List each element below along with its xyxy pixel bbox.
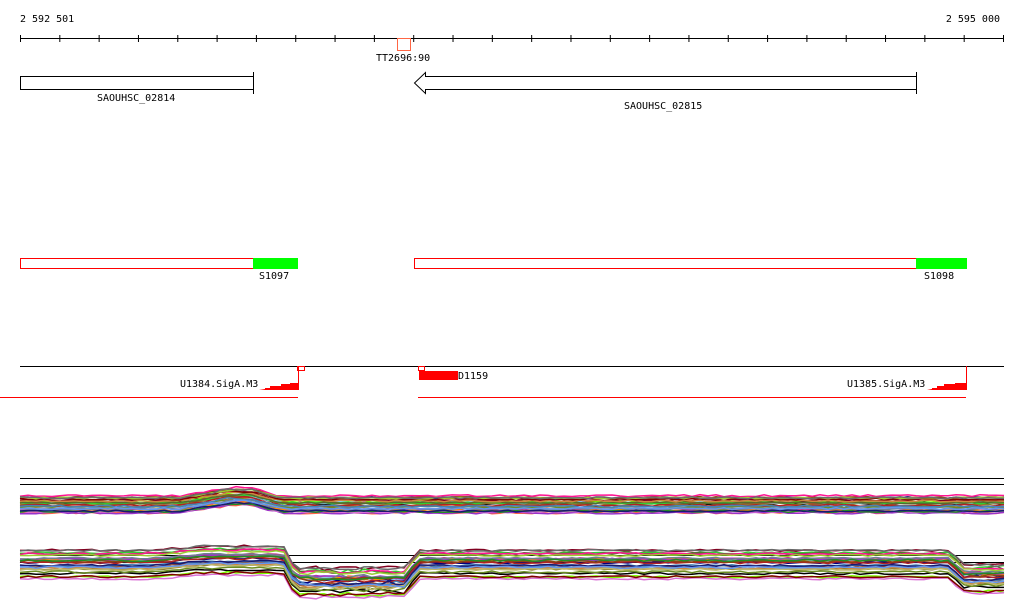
promoter-d1159[interactable]: D1159 <box>418 366 489 383</box>
expression-line <box>19 570 1004 597</box>
segment-s1097[interactable]: S1097 <box>20 258 299 282</box>
promoter-label: U1384.SigA.M3 <box>180 379 258 390</box>
terminator-label: TT2696:90 <box>376 53 430 64</box>
gene-label: SAOUHSC_02814 <box>97 93 175 104</box>
segment-s1098[interactable]: S1098 <box>414 258 968 282</box>
segment-label: S1097 <box>259 271 289 282</box>
promoter-u1384[interactable]: U1384.SigA.M3 <box>180 366 305 390</box>
segment-label: S1098 <box>924 271 954 282</box>
gene-label: SAOUHSC_02815 <box>624 101 702 112</box>
terminator-marker[interactable] <box>397 38 411 51</box>
genome-browser-canvas[interactable]: 2 592 501 2 595 000 TT2696:90 SAOUHSC_02… <box>0 0 1024 611</box>
promoter-label: U1385.SigA.M3 <box>847 379 925 390</box>
gene-sao-02815[interactable]: SAOUHSC_02815 <box>413 71 917 112</box>
ruler-end-label: 2 595 000 <box>946 14 1000 25</box>
promoter-label: D1159 <box>458 371 488 382</box>
coordinate-ruler: 2 592 501 2 595 000 <box>20 14 1004 42</box>
ruler-start-label: 2 592 501 <box>20 14 74 25</box>
promoter-score-ramp <box>259 383 298 390</box>
segment-highlight <box>916 258 967 269</box>
promoter-u1385[interactable]: U1385.SigA.M3 <box>847 366 967 390</box>
segment-highlight <box>253 258 298 269</box>
gene-sao-02814[interactable]: SAOUHSC_02814 <box>20 72 254 104</box>
promoter-score-ramp <box>927 383 966 390</box>
expression-track-forward <box>19 478 1005 515</box>
expression-track-reverse <box>19 544 1005 600</box>
expression-line <box>19 485 1005 498</box>
